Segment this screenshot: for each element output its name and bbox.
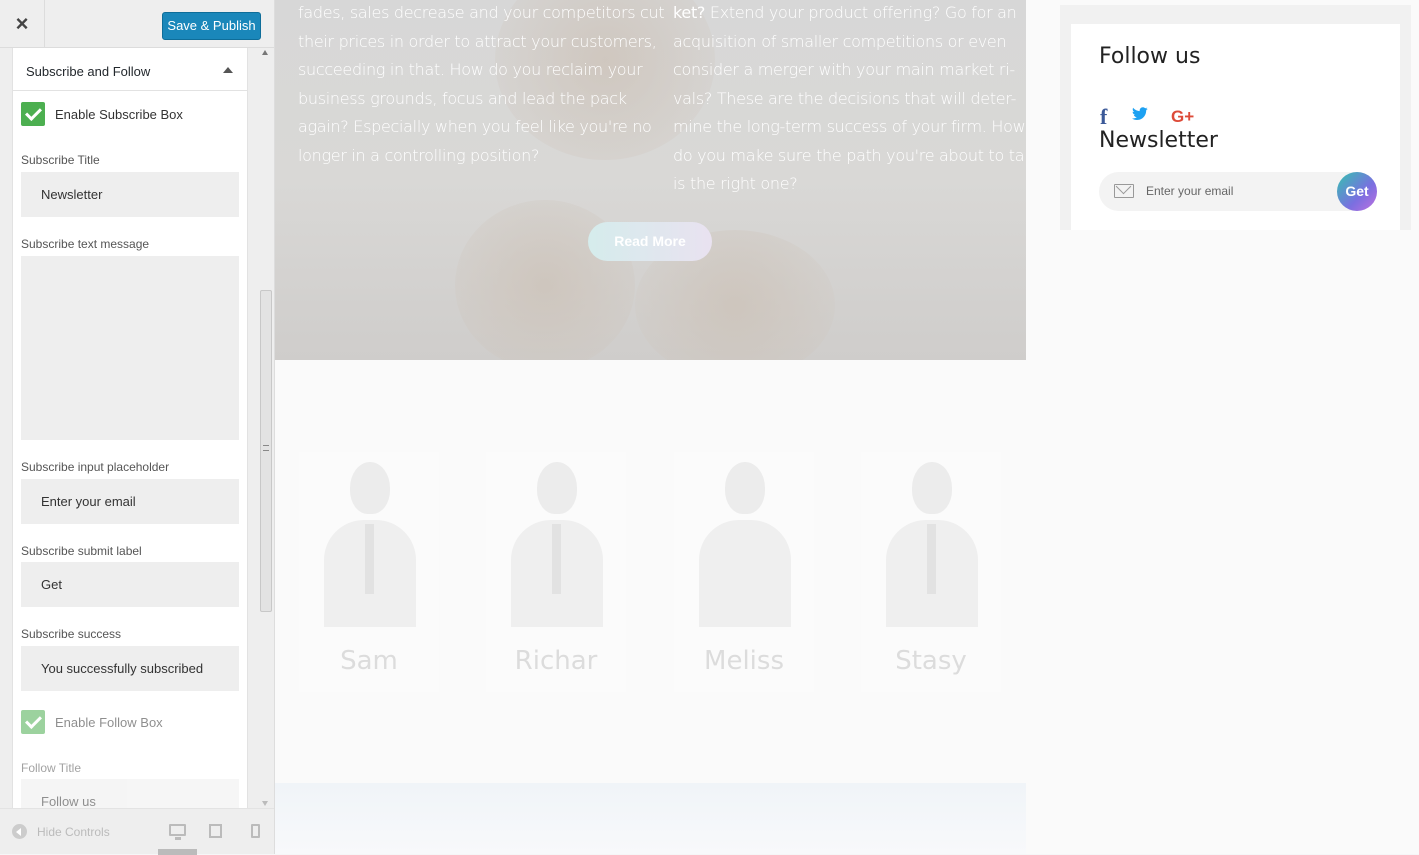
hero-text-column-right: ket? Extend your product offering? Go fo… [673, 0, 1026, 199]
customizer-sidebar: × Save & Publish Subscribe and Follow En… [0, 0, 275, 855]
close-icon[interactable]: × [0, 0, 45, 48]
sidebar-scrollbar[interactable] [257, 48, 274, 808]
facebook-icon[interactable]: f [1100, 104, 1107, 130]
hero-text-line: again? Especially when you feel like you… [298, 117, 652, 136]
hero-text-line: do you make sure the path you're about t… [673, 145, 1026, 165]
enable-subscribe-label: Enable Subscribe Box [55, 107, 183, 122]
submit-label: Subscribe submit label [21, 544, 142, 558]
placeholder-input[interactable]: Enter your email [21, 479, 239, 524]
sidebar-widget-area: Follow us f G+ Newsletter Enter your ema… [1060, 5, 1411, 230]
team-member-photo [694, 462, 794, 627]
tablet-icon[interactable] [209, 824, 222, 838]
enable-follow-label: Enable Follow Box [55, 715, 163, 730]
newsletter-email-field[interactable]: Enter your email Get [1099, 172, 1377, 211]
next-section-band [275, 783, 1026, 854]
customizer-footer: Hide Controls [0, 808, 274, 855]
hero-text-line: acquisition of smaller competitions or e… [673, 31, 1007, 51]
hero-text-fragment: Extend your product offering? Go for an [705, 3, 1017, 22]
subscribe-text-label: Subscribe text message [21, 237, 150, 251]
section-title: Subscribe and Follow [26, 64, 151, 79]
hero-text-line: vals? These are the decisions that will … [673, 88, 1017, 108]
google-plus-icon[interactable]: G+ [1171, 107, 1194, 127]
hero-text-line: succeeding in that. How do you reclaim y… [298, 60, 643, 79]
get-submit-button[interactable]: Get [1337, 172, 1377, 211]
subscribe-title-input[interactable]: Newsletter [21, 172, 239, 217]
hero-text-line: business grounds, focus and lead the pac… [298, 88, 627, 108]
team-member-name: Meliss [704, 646, 784, 676]
hero-bold-text: ket? [673, 3, 706, 22]
active-device-indicator [158, 849, 197, 855]
arrow-left-circle-icon[interactable] [12, 824, 27, 839]
hero-text-line: mine the long-term success of your firm.… [673, 117, 1026, 136]
team-member-name: Sam [340, 646, 398, 676]
hero-text-line: fades, sales decrease and your competito… [298, 3, 665, 22]
success-input[interactable]: You successfully subscribed [21, 646, 239, 691]
enable-subscribe-checkbox[interactable] [21, 102, 45, 126]
subscribe-text-textarea[interactable] [21, 256, 239, 440]
submit-label-input[interactable]: Get [21, 562, 239, 607]
team-card[interactable]: Sam [299, 452, 439, 692]
twitter-icon[interactable] [1131, 107, 1149, 121]
team-member-name: Stasy [895, 646, 967, 676]
read-more-button[interactable]: Read More [588, 222, 712, 261]
grip-icon [263, 445, 269, 451]
email-placeholder[interactable]: Enter your email [1146, 184, 1233, 198]
envelope-icon [1114, 184, 1134, 198]
scrollbar-thumb[interactable] [260, 290, 272, 612]
save-publish-button[interactable]: Save & Publish [162, 12, 261, 40]
mobile-icon[interactable] [251, 824, 260, 838]
subscribe-title-label: Subscribe Title [21, 153, 100, 167]
newsletter-title: Newsletter [1099, 128, 1218, 153]
hero-text-line: ket? Extend your product offering? Go fo… [673, 0, 1017, 28]
customizer-panel: Subscribe and Follow Enable Subscribe Bo… [12, 48, 248, 808]
success-label: Subscribe success [21, 627, 122, 641]
triangle-up-icon[interactable] [223, 67, 233, 73]
hero-text-line: longer in a controlling position? [298, 145, 540, 165]
team-member-photo [319, 462, 419, 627]
team-member-name: Richar [514, 646, 598, 676]
subscribe-follow-widget: Follow us f G+ Newsletter Enter your ema… [1071, 24, 1400, 230]
follow-title-label: Follow Title [21, 761, 82, 775]
hero-text-line: is the right one? [673, 174, 798, 193]
team-section: Sam Richar Meliss Stasy [275, 360, 1026, 783]
placeholder-label: Subscribe input placeholder [21, 460, 170, 474]
team-member-photo [881, 462, 981, 627]
desktop-icon[interactable] [169, 824, 186, 840]
section-header[interactable]: Subscribe and Follow [13, 48, 247, 91]
hero-text-line: their prices in order to attract your cu… [298, 31, 657, 51]
follow-title: Follow us [1099, 44, 1201, 69]
team-member-photo [506, 462, 606, 627]
team-card[interactable]: Stasy [861, 452, 1001, 692]
hero-section: fades, sales decrease and your competito… [275, 0, 1026, 360]
scroll-down-icon[interactable] [262, 801, 268, 806]
team-card[interactable]: Meliss [674, 452, 814, 692]
team-card[interactable]: Richar [486, 452, 626, 692]
hero-text-line: consider a merger with your main market … [673, 60, 1015, 79]
hide-controls-button[interactable]: Hide Controls [37, 825, 110, 839]
site-preview: fades, sales decrease and your competito… [275, 0, 1419, 854]
scroll-up-icon[interactable] [262, 50, 268, 55]
hero-text-column-left: fades, sales decrease and your competito… [298, 0, 665, 170]
customizer-header: × Save & Publish [0, 0, 274, 48]
follow-title-input[interactable]: Follow us [21, 779, 239, 808]
enable-follow-checkbox[interactable] [21, 710, 45, 734]
